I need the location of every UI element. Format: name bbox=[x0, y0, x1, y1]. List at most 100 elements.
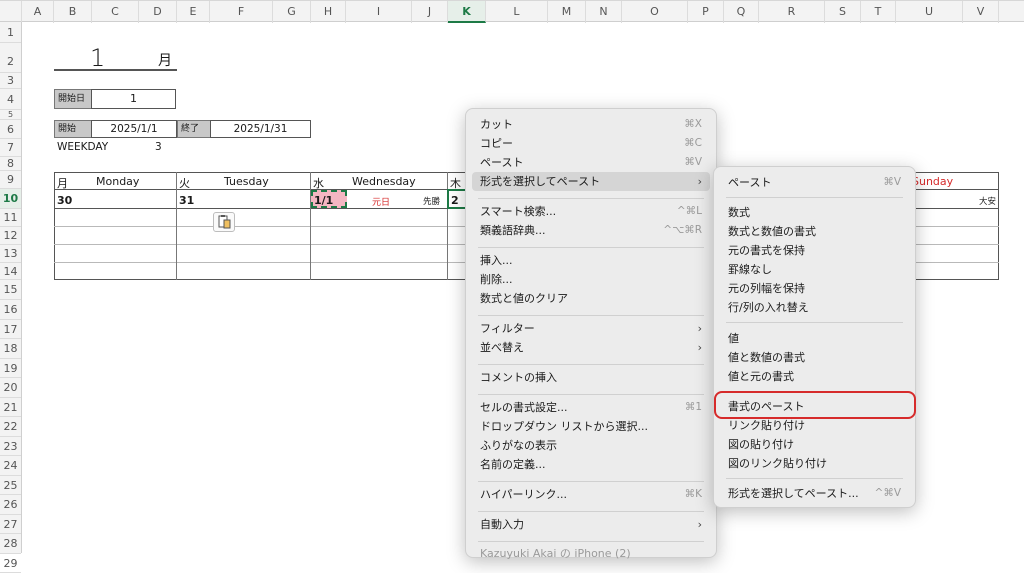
column-header-m[interactable]: M bbox=[548, 1, 586, 23]
menu-separator bbox=[478, 394, 704, 395]
menu-label: Kazuyuki Akai の iPhone (2) bbox=[480, 547, 631, 560]
menu-item-define-name[interactable]: 名前の定義... bbox=[472, 455, 710, 474]
column-header-j[interactable]: J bbox=[412, 1, 448, 23]
menu-label: 挿入... bbox=[480, 254, 513, 267]
submenu-item-keep-source-formatting[interactable]: 元の書式を保持 bbox=[720, 241, 909, 260]
row-header-28[interactable]: 28 bbox=[0, 534, 21, 554]
row-header-15[interactable]: 15 bbox=[0, 280, 21, 300]
row-header-14[interactable]: 14 bbox=[0, 263, 21, 280]
date-mon[interactable]: 30 bbox=[57, 194, 72, 207]
submenu-item-paste[interactable]: ペースト ⌘V bbox=[720, 173, 909, 192]
row-header-26[interactable]: 26 bbox=[0, 495, 21, 515]
menu-label: 数式と値のクリア bbox=[480, 292, 568, 305]
submenu-item-formulas-number-format[interactable]: 数式と数値の書式 bbox=[720, 222, 909, 241]
column-header-h[interactable]: H bbox=[311, 1, 346, 23]
submenu-item-no-borders[interactable]: 罫線なし bbox=[720, 260, 909, 279]
column-header-k[interactable]: K bbox=[448, 1, 486, 23]
start-value[interactable]: 2025/1/1 bbox=[91, 120, 177, 138]
row-header-8[interactable]: 8 bbox=[0, 157, 21, 171]
row-header-10[interactable]: 10 bbox=[0, 189, 21, 209]
column-header-i[interactable]: I bbox=[346, 1, 412, 23]
menu-item-hyperlink[interactable]: ハイパーリンク... ⌘K bbox=[472, 485, 710, 504]
column-header-l[interactable]: L bbox=[486, 1, 548, 23]
date-thu[interactable]: 2 bbox=[451, 194, 459, 207]
submenu-item-linked-picture[interactable]: 図のリンク貼り付け bbox=[720, 454, 909, 473]
row-header-23[interactable]: 23 bbox=[0, 437, 21, 456]
column-header-f[interactable]: F bbox=[210, 1, 273, 23]
row-header-27[interactable]: 27 bbox=[0, 515, 21, 534]
row-header-24[interactable]: 24 bbox=[0, 456, 21, 476]
menu-item-pick-from-dropdown[interactable]: ドロップダウン リストから選択... bbox=[472, 417, 710, 436]
menu-item-continuity-camera[interactable]: Kazuyuki Akai の iPhone (2) bbox=[472, 544, 710, 563]
submenu-item-values-source-formatting[interactable]: 値と元の書式 bbox=[720, 367, 909, 386]
menu-item-cut[interactable]: カット ⌘X bbox=[472, 115, 710, 134]
row-header-6[interactable]: 6 bbox=[0, 120, 21, 139]
menu-item-format-cells[interactable]: セルの書式設定... ⌘1 bbox=[472, 398, 710, 417]
menu-label: 図の貼り付け bbox=[728, 438, 794, 451]
row-header-22[interactable]: 22 bbox=[0, 417, 21, 437]
row-header-17[interactable]: 17 bbox=[0, 320, 21, 339]
date-tue[interactable]: 31 bbox=[179, 194, 194, 207]
submenu-item-paste-picture[interactable]: 図の貼り付け bbox=[720, 435, 909, 454]
column-header-s[interactable]: S bbox=[825, 1, 861, 23]
column-header-o[interactable]: O bbox=[622, 1, 688, 23]
submenu-item-values[interactable]: 値 bbox=[720, 329, 909, 348]
row-header-19[interactable]: 19 bbox=[0, 359, 21, 378]
column-header-a[interactable]: A bbox=[22, 1, 54, 23]
submenu-item-paste-special-dialog[interactable]: 形式を選択してペースト... ^⌘V bbox=[720, 484, 909, 503]
row-header-21[interactable]: 21 bbox=[0, 398, 21, 417]
start-day-value[interactable]: 1 bbox=[91, 89, 176, 109]
row-header-3[interactable]: 3 bbox=[0, 73, 21, 89]
menu-item-sort[interactable]: 並べ替え › bbox=[472, 338, 710, 357]
column-header-n[interactable]: N bbox=[586, 1, 622, 23]
menu-item-copy[interactable]: コピー ⌘C bbox=[472, 134, 710, 153]
menu-item-insert[interactable]: 挿入... bbox=[472, 251, 710, 270]
row-header-13[interactable]: 13 bbox=[0, 245, 21, 263]
column-header-d[interactable]: D bbox=[139, 1, 177, 23]
column-header-p[interactable]: P bbox=[688, 1, 724, 23]
row-header-1[interactable]: 1 bbox=[0, 22, 21, 43]
menu-label: コメントの挿入 bbox=[480, 371, 557, 384]
menu-item-clear-contents[interactable]: 数式と値のクリア bbox=[472, 289, 710, 308]
menu-item-autofill[interactable]: 自動入力 › bbox=[472, 515, 710, 534]
row-header-4[interactable]: 4 bbox=[0, 89, 21, 110]
column-header-e[interactable]: E bbox=[177, 1, 210, 23]
menu-item-paste-special[interactable]: 形式を選択してペースト › bbox=[472, 172, 710, 191]
submenu-item-values-number-format[interactable]: 値と数値の書式 bbox=[720, 348, 909, 367]
row-header-29[interactable]: 29 bbox=[0, 554, 21, 573]
row-header-18[interactable]: 18 bbox=[0, 339, 21, 359]
menu-item-delete[interactable]: 削除... bbox=[472, 270, 710, 289]
menu-item-filter[interactable]: フィルター › bbox=[472, 319, 710, 338]
paste-options-button[interactable] bbox=[213, 212, 235, 232]
select-all-corner[interactable] bbox=[0, 1, 22, 23]
menu-item-thesaurus[interactable]: 類義語辞典... ^⌥⌘R bbox=[472, 221, 710, 240]
column-header-c[interactable]: C bbox=[92, 1, 139, 23]
end-value[interactable]: 2025/1/31 bbox=[210, 120, 311, 138]
column-header-v[interactable]: V bbox=[963, 1, 999, 23]
menu-item-show-phonetic[interactable]: ふりがなの表示 bbox=[472, 436, 710, 455]
row-header-2[interactable]: 2 bbox=[0, 43, 21, 73]
row-header-12[interactable]: 12 bbox=[0, 227, 21, 245]
column-header-t[interactable]: T bbox=[861, 1, 896, 23]
submenu-item-transpose[interactable]: 行/列の入れ替え bbox=[720, 298, 909, 317]
column-header-u[interactable]: U bbox=[896, 1, 963, 23]
column-header-q[interactable]: Q bbox=[724, 1, 759, 23]
row-header-16[interactable]: 16 bbox=[0, 300, 21, 320]
row-header-20[interactable]: 20 bbox=[0, 378, 21, 398]
column-header-r[interactable]: R bbox=[759, 1, 825, 23]
menu-item-insert-comment[interactable]: コメントの挿入 bbox=[472, 368, 710, 387]
row-header-5[interactable]: 5 bbox=[0, 110, 21, 120]
menu-item-paste[interactable]: ペースト ⌘V bbox=[472, 153, 710, 172]
column-header-b[interactable]: B bbox=[54, 1, 92, 23]
column-header-g[interactable]: G bbox=[273, 1, 311, 23]
chevron-right-icon: › bbox=[697, 341, 702, 354]
row-header-7[interactable]: 7 bbox=[0, 139, 21, 157]
row-header-11[interactable]: 11 bbox=[0, 209, 21, 227]
row-header-9[interactable]: 9 bbox=[0, 171, 21, 189]
submenu-item-formulas[interactable]: 数式 bbox=[720, 203, 909, 222]
menu-item-smart-lookup[interactable]: スマート検索... ^⌘L bbox=[472, 202, 710, 221]
date-wed[interactable]: 1/1 bbox=[314, 194, 333, 207]
menu-separator bbox=[478, 481, 704, 482]
submenu-item-keep-column-widths[interactable]: 元の列幅を保持 bbox=[720, 279, 909, 298]
row-header-25[interactable]: 25 bbox=[0, 476, 21, 495]
